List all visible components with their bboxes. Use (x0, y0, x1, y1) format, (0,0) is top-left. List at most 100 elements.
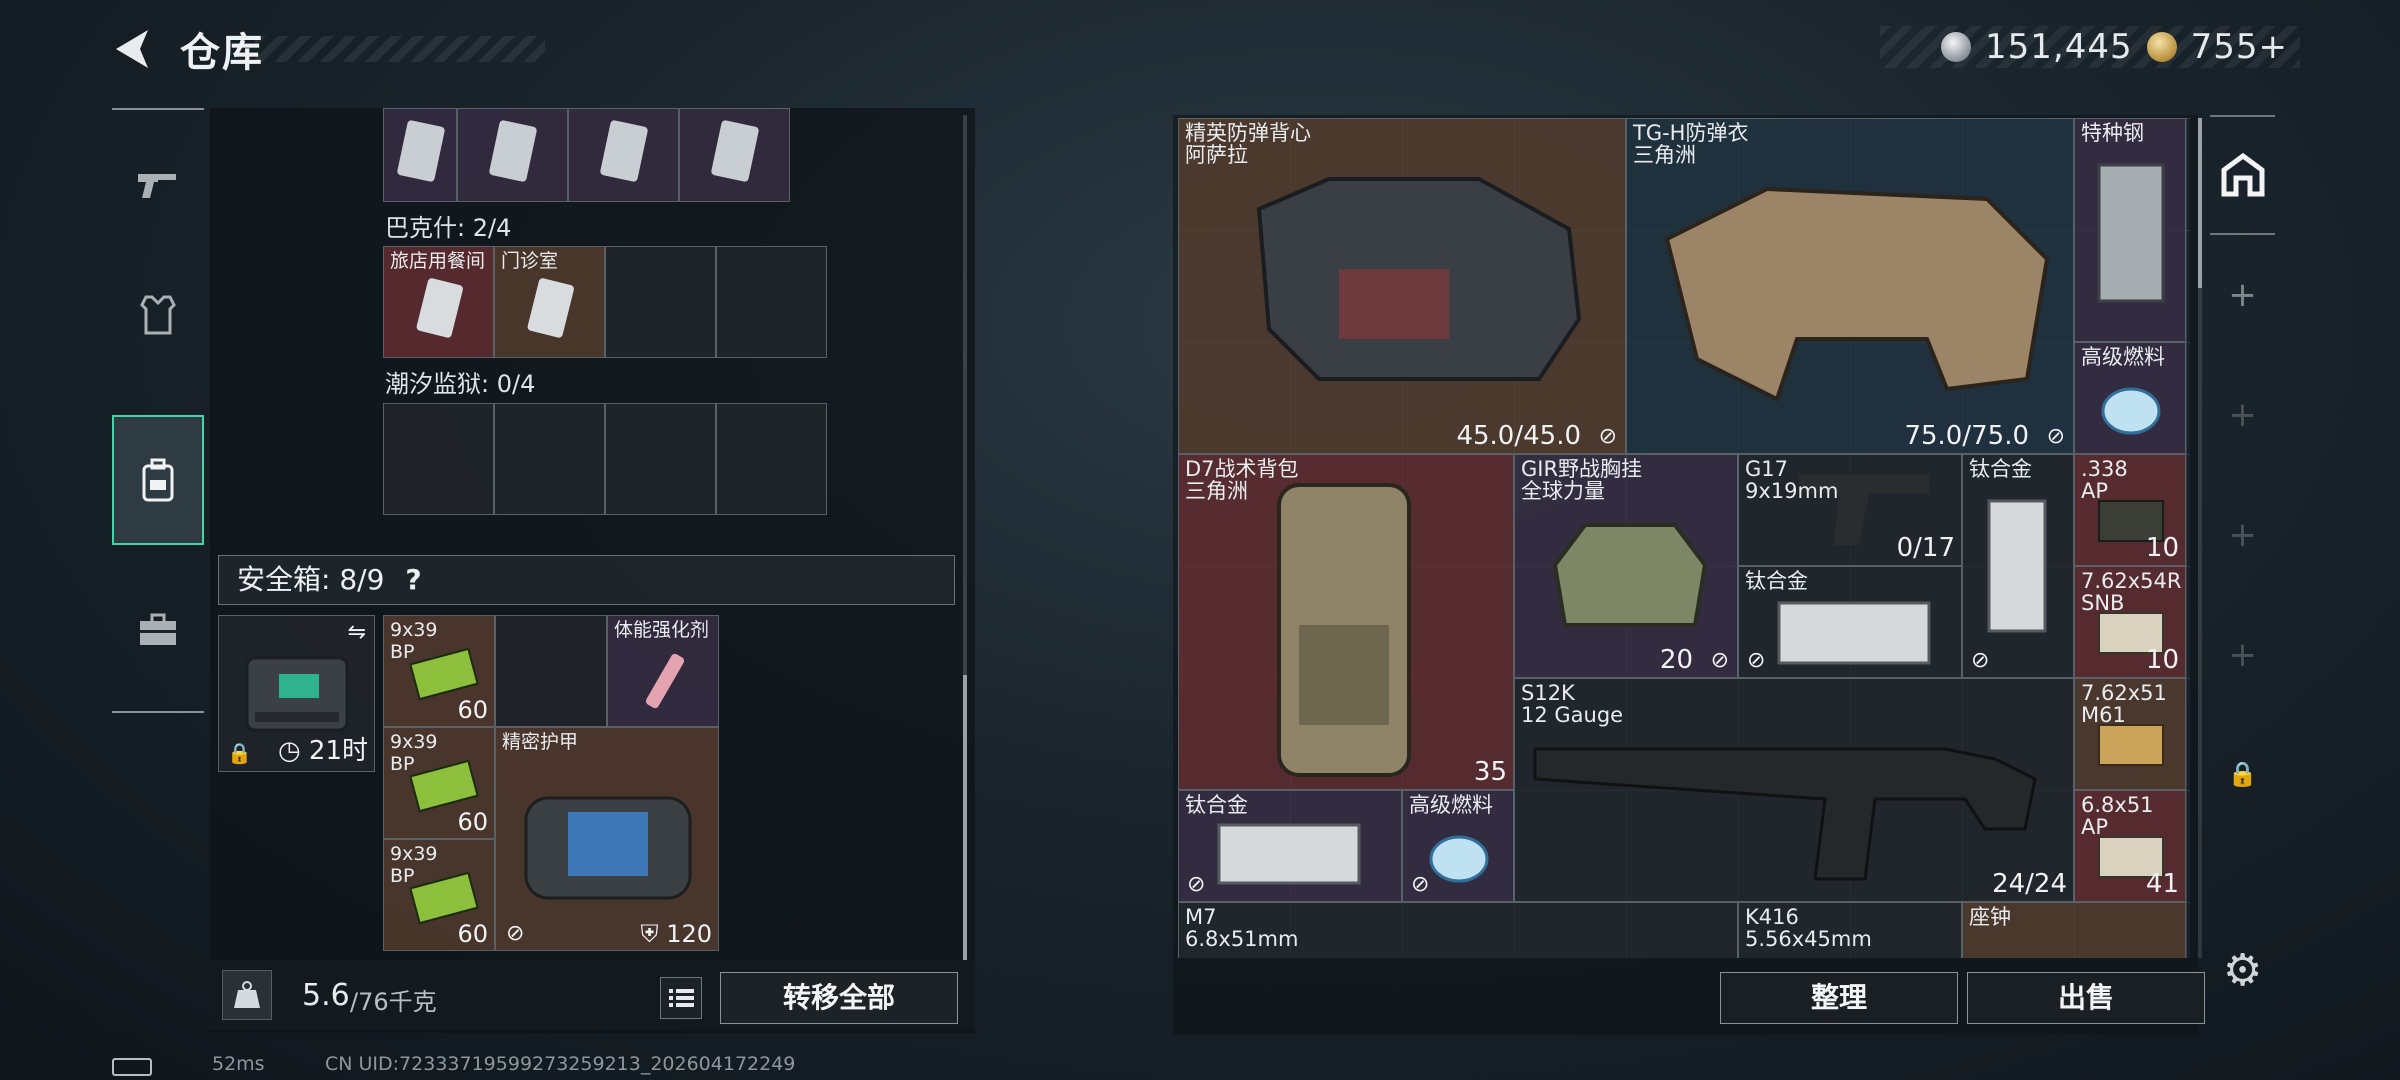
stash-icon (2221, 152, 2264, 197)
stash-item[interactable]: 钛合金 ⊘ (1178, 790, 1402, 902)
empty-slot[interactable] (716, 246, 827, 358)
item-name: 精英防弹背心 阿萨拉 (1185, 121, 1311, 167)
key-card-item[interactable]: 旅店用餐间 (383, 246, 494, 358)
key-card-slot[interactable] (568, 108, 679, 202)
list-view-button[interactable] (660, 977, 702, 1019)
stash-item[interactable]: 钛合金 ⊘ (1962, 454, 2074, 678)
inventory-scrollbar-thumb[interactable] (963, 675, 967, 960)
item-name: M7 6.8x51mm (1185, 905, 1299, 951)
no-trade-icon: ⊘ (1747, 648, 1766, 673)
shield-icon: ⛨ (640, 920, 667, 948)
key-card-icon (711, 120, 759, 182)
stash-scrollbar-thumb[interactable] (2198, 118, 2202, 288)
gold-currency-value[interactable]: 755+ (2191, 27, 2288, 67)
organize-button[interactable]: 整理 (1720, 972, 1958, 1024)
battery-icon (112, 1058, 152, 1076)
add-stash-tab-button[interactable]: + (2210, 635, 2275, 675)
silver-coin-icon (1941, 32, 1971, 62)
add-stash-tab-button[interactable]: + (2210, 395, 2275, 435)
stash-item[interactable]: 高级燃料 (2074, 342, 2186, 454)
stash-item[interactable]: .338 AP 10 (2074, 454, 2186, 566)
add-stash-tab-button[interactable]: + (2210, 515, 2275, 555)
stash-item[interactable]: 钛合金 ⊘ (1738, 566, 1962, 678)
key-card-slot[interactable] (679, 108, 790, 202)
key-card-slot[interactable] (457, 108, 568, 202)
lock-icon: 🔒 (227, 741, 252, 765)
stash-item[interactable]: K416 5.56x45mm (1738, 902, 1962, 958)
stash-item[interactable]: D7战术背包 三角洲 35 (1178, 454, 1514, 790)
item-name: 高级燃料 (2081, 345, 2165, 369)
item-capacity: 35 (1473, 757, 1507, 787)
ammo-item[interactable]: 9x39 BP 60 (383, 727, 495, 839)
ammo-item[interactable]: 9x39 BP 60 (383, 615, 495, 727)
empty-slot[interactable] (605, 403, 716, 515)
item-name: TG-H防弹衣 三角洲 (1633, 121, 1749, 167)
stash-item[interactable]: GIR野战胸挂 全球力量 20 ⊘ (1514, 454, 1738, 678)
help-icon[interactable]: ? (405, 563, 421, 596)
stash-item[interactable]: 高级燃料 ⊘ (1402, 790, 1514, 902)
stash-item[interactable]: M7 6.8x51mm (1178, 902, 1738, 958)
nav-backpack[interactable] (112, 415, 204, 545)
steel-plate-icon (2097, 163, 2165, 303)
back-arrow-icon[interactable] (108, 24, 158, 74)
weight-icon (222, 970, 272, 1020)
item-name: 旅店用餐间 (390, 250, 486, 272)
item-name: 精密护甲 (502, 731, 579, 753)
nav-armor[interactable] (112, 250, 204, 380)
no-trade-icon: ⊘ (1710, 648, 1729, 673)
stash-item[interactable]: 7.62x51 M61 (2074, 678, 2186, 790)
stash-tab-main[interactable] (2210, 115, 2275, 235)
user-uid: CN UID:72333719599273259213_202604172249 (325, 1053, 796, 1075)
ammo-count: 24/24 (1992, 869, 2067, 899)
tidal-prison-key-label: 潮汐监狱: 0/4 (385, 370, 536, 398)
stash-item[interactable]: 座钟 (1962, 902, 2186, 958)
gold-coin-icon (2146, 32, 2177, 62)
safebox-container[interactable]: ⇋ 🔒 ◷ 21时 (218, 615, 375, 772)
transfer-all-button[interactable]: 转移全部 (720, 972, 958, 1024)
no-trade-icon: ⊘ (1598, 424, 1617, 449)
stash-grid: 精英防弹背心 阿萨拉 45.0/45.0 ⊘ TG-H防弹衣 三角洲 75.0/… (1178, 118, 2190, 958)
stash-item[interactable]: TG-H防弹衣 三角洲 75.0/75.0 ⊘ (1626, 118, 2074, 454)
item-capacity: 20 (1659, 645, 1693, 675)
empty-slot[interactable] (495, 615, 607, 727)
body-armor-icon (1664, 186, 2050, 402)
stash-item[interactable]: 特种钢 (2074, 118, 2186, 342)
item-name: 高级燃料 (1409, 793, 1493, 817)
armor-repair-kit-item[interactable]: 精密护甲 ⊘ ⛨ 120 (495, 727, 719, 951)
weight-value: 5.6 (302, 978, 350, 1013)
settings-icon[interactable]: ⚙ (2210, 945, 2275, 996)
empty-slot[interactable] (494, 403, 605, 515)
swap-icon[interactable]: ⇋ (348, 620, 366, 645)
ammo-item[interactable]: 9x39 BP 60 (383, 839, 495, 951)
safebox-header: 安全箱: 8/9 ? (218, 555, 955, 605)
sell-button[interactable]: 出售 (1967, 972, 2205, 1024)
stash-item[interactable]: 6.8x51 AP 41 (2074, 790, 2186, 902)
stash-item[interactable]: G17 9x19mm 0/17 (1738, 454, 1962, 566)
stash-item[interactable]: 精英防弹背心 阿萨拉 45.0/45.0 ⊘ (1178, 118, 1626, 454)
key-card-item[interactable]: 门诊室 (494, 246, 605, 358)
nav-tools[interactable] (112, 565, 204, 695)
left-category-nav (112, 108, 204, 713)
item-count: 10 (2145, 533, 2179, 563)
stimulant-item[interactable]: 体能强化剂 (607, 615, 719, 727)
empty-slot[interactable] (605, 246, 716, 358)
empty-slot[interactable] (383, 403, 494, 515)
item-count: 60 (457, 696, 488, 724)
stash-item[interactable]: 7.62x54R SNB 10 (2074, 566, 2186, 678)
key-card-slot[interactable] (383, 108, 457, 202)
page-title: 仓库 (180, 30, 264, 76)
lock-icon[interactable]: 🔒 (2210, 760, 2275, 788)
stash-item[interactable]: S12K 12 Gauge 24/24 (1514, 678, 2074, 902)
nav-weapons[interactable] (112, 120, 204, 250)
item-name: G17 9x19mm (1745, 457, 1839, 503)
item-name: 门诊室 (501, 250, 559, 272)
list-icon (669, 989, 694, 1007)
item-name: 钛合金 (1745, 569, 1808, 593)
item-count: 60 (457, 808, 488, 836)
add-stash-tab-button[interactable]: + (2210, 275, 2275, 315)
empty-slot[interactable] (716, 403, 827, 515)
item-name: 7.62x54R SNB (2081, 569, 2182, 615)
item-name: D7战术背包 三角洲 (1185, 457, 1299, 503)
timer-display: ◷ 21时 (278, 730, 368, 767)
ping-value: 52ms (212, 1053, 265, 1075)
